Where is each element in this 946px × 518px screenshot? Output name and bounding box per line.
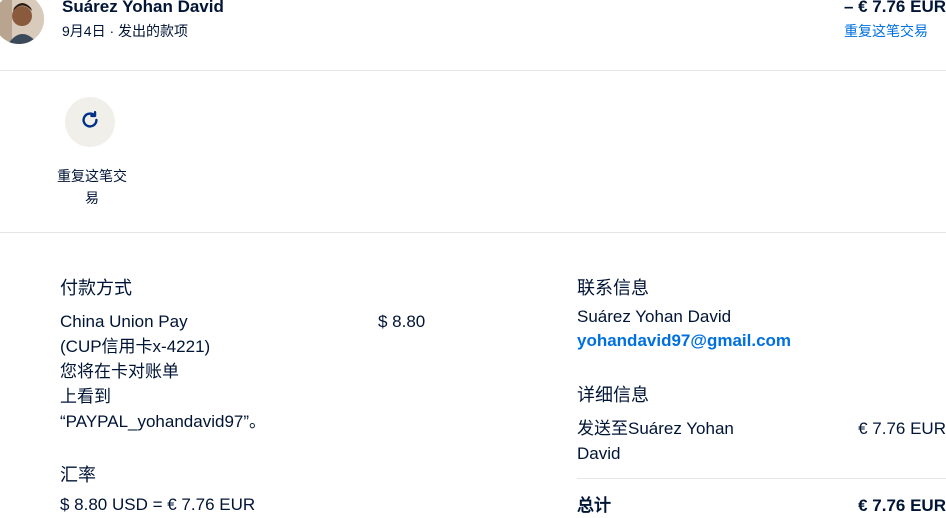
details-line-amount: € 7.76 EUR: [858, 419, 946, 438]
avatar: [0, 0, 44, 44]
exchange-rate-title: 汇率: [60, 465, 96, 485]
total-amount: € 7.76 EUR: [858, 496, 946, 515]
payment-method-line: 您将在卡对账单: [60, 362, 179, 381]
payment-method-amount: $ 8.80: [378, 312, 426, 331]
details-title: 详细信息: [577, 385, 649, 405]
counterparty-name: Suárez Yohan David: [62, 0, 224, 16]
transaction-amount: – € 7.76 EUR: [843, 0, 946, 16]
payment-method-line: China Union Pay: [60, 312, 188, 331]
payment-method-description: China Union Pay (CUP信用卡x-4221) 您将在卡对账单 上…: [60, 309, 360, 434]
refresh-icon: [79, 109, 101, 136]
details-line-text: David: [577, 444, 621, 463]
contact-name: Suárez Yohan David: [577, 307, 732, 326]
details-line-text: 发送至Suárez Yohan: [577, 419, 734, 438]
repeat-transaction-button[interactable]: [65, 97, 115, 147]
payment-method-line: 上看到: [60, 387, 111, 406]
actions-bar: 重复这笔交易: [0, 71, 946, 233]
payment-method-line: “PAYPAL_yohandavid97”。: [60, 412, 267, 431]
total-label: 总计: [577, 496, 611, 515]
contact-email-link[interactable]: yohandavid97@gmail.com: [577, 331, 791, 351]
details-line-label: 发送至Suárez Yohan David: [577, 416, 817, 466]
repeat-transaction-label: 重复这笔交易: [57, 168, 127, 206]
payment-method-line: (CUP信用卡x-4221): [60, 337, 211, 356]
exchange-rate-value: $ 8.80 USD = € 7.76 EUR: [60, 495, 256, 514]
repeat-transaction-link[interactable]: 重复这笔交易: [844, 21, 928, 41]
transaction-date-type: 9月4日 · 发出的款项: [62, 23, 189, 39]
contact-info-title: 联系信息: [577, 278, 649, 298]
transaction-header: Suárez Yohan David 9月4日 · 发出的款项 – € 7.76…: [0, 0, 946, 71]
payment-method-title: 付款方式: [60, 278, 132, 298]
divider: [577, 478, 946, 479]
